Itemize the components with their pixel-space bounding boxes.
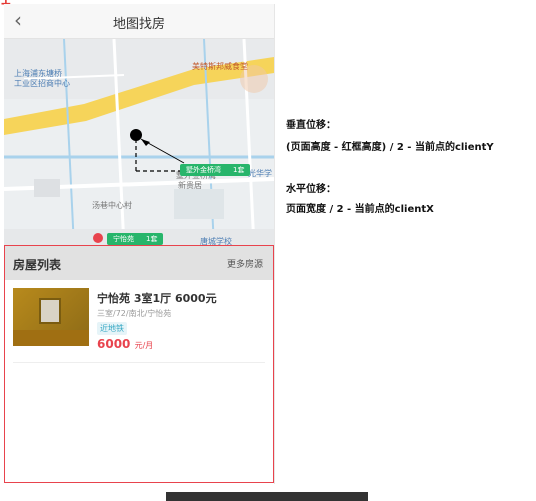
map-marker[interactable]: 宁怡苑 1套 <box>107 233 164 245</box>
map-label: 工业区招商中心 <box>14 79 70 88</box>
house-list-panel: 房屋列表 更多房源 宁怡苑 3室1厅 6000元 三室/72/南北/宁怡苑 近地… <box>4 245 274 483</box>
list-item[interactable]: 宁怡苑 3室1厅 6000元 三室/72/南北/宁怡苑 近地铁 6000 元/月 <box>13 288 265 363</box>
panel-header: 房屋列表 更多房源 <box>5 246 273 280</box>
house-thumbnail <box>13 288 89 346</box>
horizontal-note-formula: 页面宽度 / 2 - 当前点的clientX <box>286 204 434 215</box>
marker-count: 1套 <box>233 166 245 174</box>
more-houses-link[interactable]: 更多房源 <box>227 257 263 270</box>
map-label: 光华学 <box>248 169 272 178</box>
vertical-note-formula: (页面高度 - 红框高度) / 2 - 当前点的clientY <box>286 142 494 153</box>
marker-name: 墅外金桥湾 <box>186 166 221 174</box>
map-view[interactable]: 美特斯邦威食堂 上海浦东塘桥 工业区招商中心 汤巷中心村 墅外金桥湾 新贵居 唐… <box>4 39 274 247</box>
bottom-bar <box>166 492 368 501</box>
panel-title: 房屋列表 <box>13 258 62 272</box>
house-price: 6000 元/月 <box>97 337 153 351</box>
nav-bar: ‹ 地图找房 <box>4 4 274 39</box>
house-desc: 三室/72/南北/宁怡苑 <box>97 309 172 318</box>
window-shape <box>39 298 61 324</box>
price-unit: 元/月 <box>134 341 154 350</box>
map-label: 汤巷中心村 <box>92 201 132 210</box>
map-label: 上海浦东塘桥 <box>14 69 62 78</box>
map-poi-label: 美特斯邦威食堂 <box>192 62 248 71</box>
map-label: 新贵居 <box>178 181 202 190</box>
floor-shape <box>13 330 89 346</box>
house-title: 宁怡苑 3室1厅 6000元 <box>97 292 217 305</box>
marker-name: 宁怡苑 <box>113 235 134 243</box>
price-value: 6000 <box>97 337 131 351</box>
marker-count: 1套 <box>146 235 158 243</box>
house-tag: 近地铁 <box>97 322 127 335</box>
vertical-note-title: 垂直位移： <box>286 120 336 131</box>
horizontal-note-title: 水平位移： <box>286 184 336 195</box>
page-title: 地图找房 <box>112 17 165 32</box>
map-marker[interactable]: 墅外金桥湾 1套 <box>180 164 251 176</box>
current-point-dot <box>130 129 142 141</box>
